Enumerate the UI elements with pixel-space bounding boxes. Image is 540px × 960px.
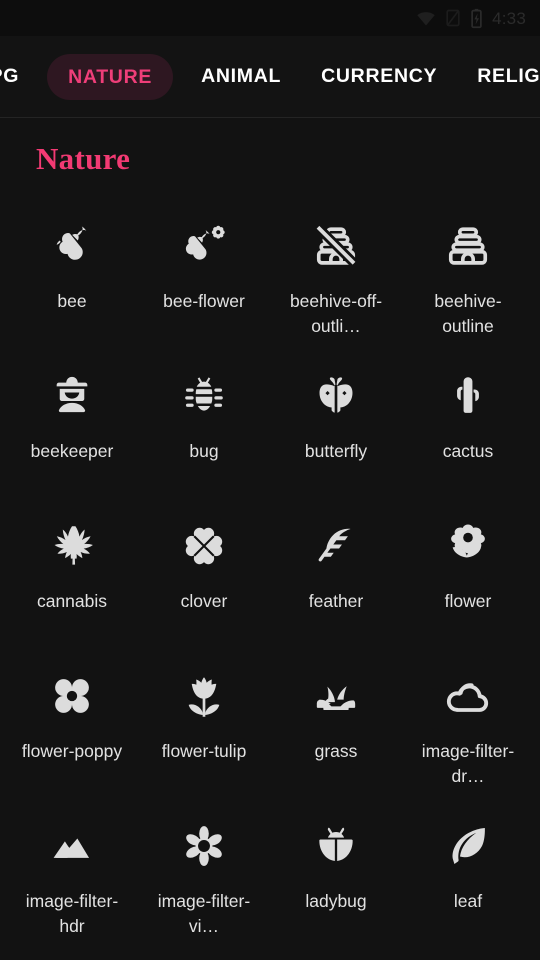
icon-label: ladybug [305,891,367,911]
icon-cell-flower-tulip[interactable]: flower-tulip [138,657,270,807]
icon-label: butterfly [304,441,368,461]
icon-label: image-filter-vi… [157,891,251,936]
icon-cell-bug[interactable]: bug [138,357,270,507]
status-time: 4:33 [492,8,526,28]
icon-label: clover [180,591,228,611]
icon-cell-grass[interactable]: grass [270,657,402,807]
flower-icon [443,521,493,571]
cannabis-icon [47,521,97,571]
leaf-icon [443,821,493,871]
cactus-icon [443,371,493,421]
clover-icon [179,521,229,571]
icon-cell-beehive-off-outline[interactable]: beehive-off-outli… [270,207,402,357]
icon-label: cactus [442,441,494,461]
bee-flower-icon [179,221,229,271]
icon-grid: bee bee-flower beehive-off-outli… beehive-o… [0,177,540,960]
icon-cell-beekeeper[interactable]: beekeeper [6,357,138,507]
icon-cell-cactus[interactable]: cactus [402,357,534,507]
icon-browser-content: Nature bee bee-flower beehive-off-outli… be… [0,118,540,960]
beehive-off-outline-icon [311,221,361,271]
icon-cell-butterfly[interactable]: butterfly [270,357,402,507]
tab-animal[interactable]: ANIMAL [181,36,301,117]
icon-label: grass [314,741,358,761]
icon-cell-beehive-outline[interactable]: beehive-outline [402,207,534,357]
icon-label: flower-tulip [161,741,247,761]
icon-cell-image-filter-vintage[interactable]: image-filter-vi… [138,807,270,957]
icon-label: flower [444,591,492,611]
flower-poppy-icon [47,671,97,721]
tab-religion[interactable]: RELIGION [457,36,540,117]
icon-label: feather [308,591,364,611]
icon-cell-leaf[interactable]: leaf [402,807,534,957]
wifi-icon [416,8,436,28]
icon-label: cannabis [36,591,108,611]
tab-currency[interactable]: CURRENCY [301,36,457,117]
tab-nature[interactable]: NATURE [47,53,174,100]
icon-label: leaf [453,891,483,911]
beehive-outline-icon [443,221,493,271]
category-tab-bar[interactable]: GAMING / RPGNATUREANIMALCURRENCYRELIGION [0,36,540,118]
icon-cell-bee-flower[interactable]: bee-flower [138,207,270,357]
grass-icon [311,671,361,721]
icon-label: flower-poppy [21,741,123,761]
icon-cell-bee[interactable]: bee [6,207,138,357]
icon-label: bug [189,441,219,461]
image-filter-drama-icon [443,671,493,721]
icon-label: bee [57,291,87,311]
icon-label: beekeeper [30,441,114,461]
feather-icon [311,521,361,571]
image-filter-hdr-icon [47,821,97,871]
icon-label: image-filter-hdr [25,891,119,936]
icon-cell-image-filter-hdr[interactable]: image-filter-hdr [6,807,138,957]
icon-cell-clover[interactable]: clover [138,507,270,657]
bee-icon [47,221,97,271]
butterfly-icon [311,371,361,421]
icon-label: beehive-off-outli… [289,291,383,336]
status-bar: 4:33 [0,0,540,36]
icon-cell-feather[interactable]: feather [270,507,402,657]
ladybug-icon [311,821,361,871]
icon-label: bee-flower [163,291,245,311]
tab-gaming-rpg[interactable]: GAMING / RPG [0,36,39,117]
icon-cell-cannabis[interactable]: cannabis [6,507,138,657]
bug-icon [179,371,229,421]
signal-off-icon [445,8,461,28]
flower-tulip-icon [179,671,229,721]
icon-cell-flower-poppy[interactable]: flower-poppy [6,657,138,807]
icon-label: beehive-outline [434,291,502,336]
page-title: Nature [36,141,131,176]
icon-cell-flower[interactable]: flower [402,507,534,657]
image-filter-vintage-icon [179,821,229,871]
icon-label: image-filter-dr… [421,741,515,786]
icon-cell-image-filter-drama[interactable]: image-filter-dr… [402,657,534,807]
beekeeper-icon [47,371,97,421]
battery-charging-icon [470,8,483,29]
icon-cell-ladybug[interactable]: ladybug [270,807,402,957]
